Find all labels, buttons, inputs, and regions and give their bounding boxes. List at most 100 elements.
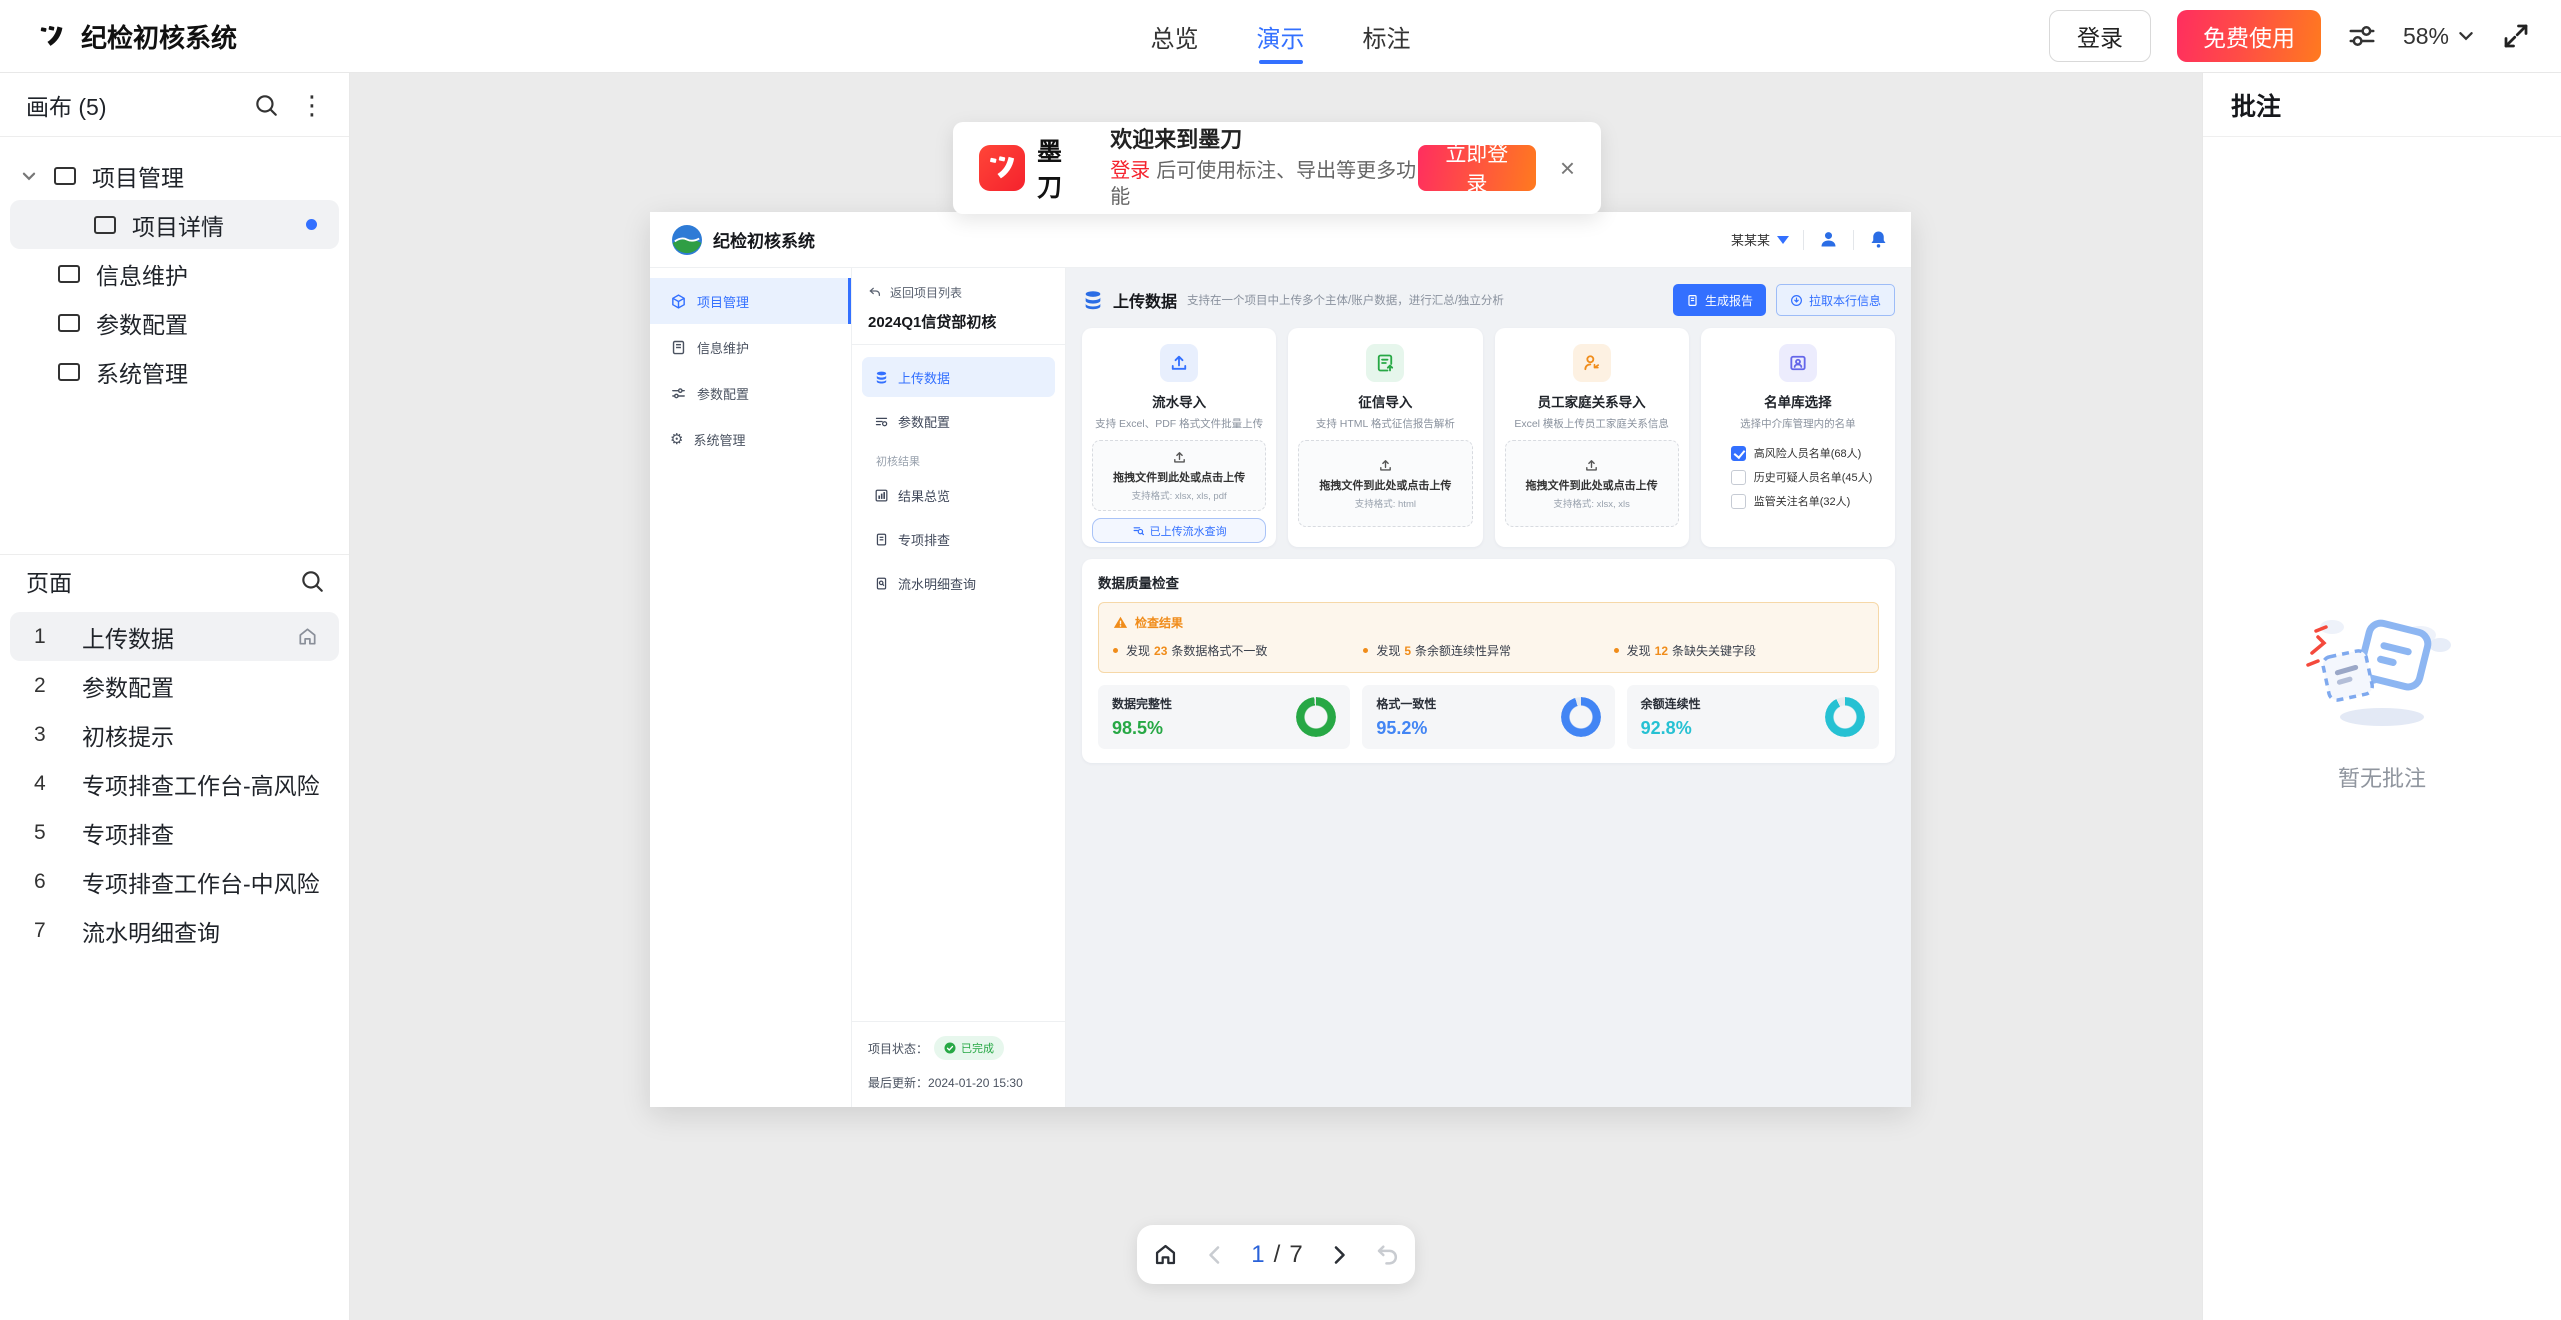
search-icon[interactable]: [299, 568, 325, 594]
login-button[interactable]: 登录: [2049, 10, 2151, 62]
modao-logo-icon: [38, 23, 65, 50]
canvas-item-project-management[interactable]: 项目管理: [10, 151, 339, 200]
page-item-initial-review-hint[interactable]: 3 初核提示: [10, 710, 339, 759]
banner-login-link[interactable]: 登录: [1110, 160, 1150, 182]
chevron-down-icon: [2457, 27, 2475, 45]
mock-nav-project-management[interactable]: 项目管理: [650, 278, 851, 324]
donut-ring: [1825, 697, 1865, 737]
data-quality-section: 数据质量检查 检查结果 发现23条数据格式不一致: [1082, 559, 1895, 763]
page-item-parameter-config[interactable]: 2 参数配置: [10, 661, 339, 710]
banner-subtitle: 登录后可使用标注、导出等更多功能: [1110, 158, 1418, 210]
pull-download-icon: [1790, 294, 1803, 307]
donut-ring: [1561, 697, 1601, 737]
modao-brand-name: 墨刀: [1037, 132, 1084, 204]
filter-settings-icon: [874, 414, 889, 429]
mock-user-dropdown[interactable]: 某某某: [1731, 230, 1789, 249]
prev-page-button[interactable]: [1203, 1243, 1227, 1267]
mock-panel-result-overview[interactable]: 结果总览: [862, 475, 1055, 515]
app-title: 纪检初核系统: [81, 18, 237, 55]
mock-panel-flow-detail-query[interactable]: 流水明细查询: [862, 563, 1055, 603]
generate-report-button[interactable]: 生成报告: [1673, 284, 1766, 316]
reset-replay-button[interactable]: [1375, 1242, 1400, 1267]
annotation-panel: 批注: [2202, 73, 2561, 1320]
bell-icon[interactable]: [1868, 229, 1889, 250]
bank-logo-icon: [672, 225, 702, 255]
frame-icon: [58, 265, 80, 283]
bullet-dot: [1113, 648, 1118, 653]
mock-panel-parameter-config[interactable]: 参数配置: [862, 401, 1055, 441]
home-page-icon: [296, 625, 319, 648]
person-add-icon: [1573, 344, 1611, 382]
check-circle-icon: [944, 1042, 956, 1054]
list-search-icon: [1132, 524, 1145, 537]
zoom-level-dropdown[interactable]: 58%: [2403, 23, 2475, 50]
mock-results-section-label: 初核结果: [876, 453, 1055, 469]
checkbox-regulator-watch-list[interactable]: 监管关注名单(32人): [1731, 493, 1851, 509]
canvas-item-info-maintenance[interactable]: 信息维护: [10, 249, 339, 298]
bullet-dot: [1614, 648, 1619, 653]
page-item-special-check[interactable]: 5 专项排查: [10, 808, 339, 857]
welcome-banner: 墨刀 欢迎来到墨刀 登录后可使用标注、导出等更多功能 立即登录 ×: [953, 122, 1601, 214]
mock-nav-system-management[interactable]: ⚙ 系统管理: [650, 416, 851, 462]
gear-icon: ⚙: [670, 432, 683, 447]
upload-card-family-relation: 员工家庭关系导入 Excel 模板上传员工家庭关系信息 拖拽文件到此处或点击上传…: [1495, 328, 1689, 547]
check-result-box: 检查结果 发现23条数据格式不一致 发现5条余额连续性异常: [1098, 602, 1879, 673]
page-item-upload-data[interactable]: 1 上传数据: [10, 612, 339, 661]
home-button[interactable]: [1152, 1241, 1179, 1268]
canvas-item-parameter-config[interactable]: 参数配置: [10, 298, 339, 347]
page-item-special-check-high-risk[interactable]: 4 专项排查工作台-高风险: [10, 759, 339, 808]
finding-balance-continuity: 发现5条余额连续性异常: [1363, 642, 1613, 659]
page-counter: 1 / 7: [1251, 1241, 1302, 1269]
fullscreen-icon[interactable]: [2501, 21, 2531, 51]
dropzone-credit[interactable]: 拖拽文件到此处或点击上传 支持格式: html: [1298, 440, 1472, 527]
upload-card-name-list: 名单库选择 选择中介库管理内的名单 高风险人员名单(68人) 历史可疑人员名单(…: [1701, 328, 1895, 547]
metric-balance-continuity: 余额连续性 92.8%: [1627, 685, 1879, 749]
mock-panel-upload-data[interactable]: 上传数据: [862, 357, 1055, 397]
search-icon[interactable]: [253, 92, 279, 118]
empty-annotation-illustration: [2302, 605, 2462, 735]
quality-title: 数据质量检查: [1098, 572, 1879, 592]
finding-format-mismatch: 发现23条数据格式不一致: [1113, 642, 1363, 659]
dropzone-family[interactable]: 拖拽文件到此处或点击上传 支持格式: xlsx, xls: [1505, 440, 1679, 527]
canvas-item-system-management[interactable]: 系统管理: [10, 347, 339, 396]
free-use-button[interactable]: 免费使用: [2177, 10, 2321, 62]
database-icon: [1082, 289, 1104, 311]
prototype-frame: 纪检初核系统 某某某: [650, 212, 1911, 1107]
chevron-down-icon: [20, 167, 38, 185]
pages-section-title: 页面: [26, 564, 72, 598]
mock-back-to-projects[interactable]: 返回项目列表: [868, 284, 1049, 301]
metric-format-consistency: 格式一致性 95.2%: [1362, 685, 1614, 749]
banner-title: 欢迎来到墨刀: [1110, 126, 1418, 155]
upload-icon: [1160, 344, 1198, 382]
pull-bank-info-button[interactable]: 拉取本行信息: [1776, 284, 1895, 316]
banner-close-icon[interactable]: ×: [1560, 155, 1575, 181]
uploaded-flow-query-button[interactable]: 已上传流水查询: [1092, 518, 1266, 543]
preferences-icon[interactable]: [2347, 21, 2377, 51]
more-options-icon[interactable]: ⋮: [299, 92, 325, 118]
page-item-special-check-mid-risk[interactable]: 6 专项排查工作台-中风险: [10, 857, 339, 906]
dropzone-flow[interactable]: 拖拽文件到此处或点击上传 支持格式: xlsx, xls, pdf: [1092, 440, 1266, 511]
banner-login-now-button[interactable]: 立即登录: [1418, 145, 1536, 191]
checkbox-icon: [1731, 494, 1746, 509]
pages-list: 1 上传数据 2 参数配置 3 初核提示 4 专项排查工作台-高风险 5 专项排…: [0, 606, 349, 961]
mock-nav-parameter-config[interactable]: 参数配置: [650, 370, 851, 416]
next-page-button[interactable]: [1327, 1243, 1351, 1267]
frame-icon: [58, 314, 80, 332]
tab-annotation[interactable]: 标注: [1363, 0, 1411, 73]
checkbox-history-suspect-list[interactable]: 历史可疑人员名单(45人): [1731, 469, 1873, 485]
frame-icon: [54, 167, 76, 185]
canvas-sidebar: 画布 (5) ⋮ 项目管理 项目详情 信息维护: [0, 73, 350, 1320]
tab-overview[interactable]: 总览: [1151, 0, 1199, 73]
checkbox-high-risk-list[interactable]: 高风险人员名单(68人): [1731, 445, 1862, 461]
user-icon[interactable]: [1818, 229, 1839, 250]
mock-nav-info-maintenance[interactable]: 信息维护: [650, 324, 851, 370]
modao-badge-icon: [979, 145, 1025, 191]
mock-content-area: 上传数据 支持在一个项目中上传多个主体/账户数据，进行汇总/独立分析 生成报告 …: [1066, 268, 1911, 1107]
cube-icon: [670, 293, 687, 310]
canvas-tree: 项目管理 项目详情 信息维护 参数配置 系统管理: [0, 137, 349, 406]
tab-presentation[interactable]: 演示: [1257, 0, 1305, 73]
canvas-item-project-detail[interactable]: 项目详情: [10, 200, 339, 249]
id-card-icon: [1779, 344, 1817, 382]
mock-panel-special-check[interactable]: 专项排查: [862, 519, 1055, 559]
page-item-flow-detail-query[interactable]: 7 流水明细查询: [10, 906, 339, 955]
